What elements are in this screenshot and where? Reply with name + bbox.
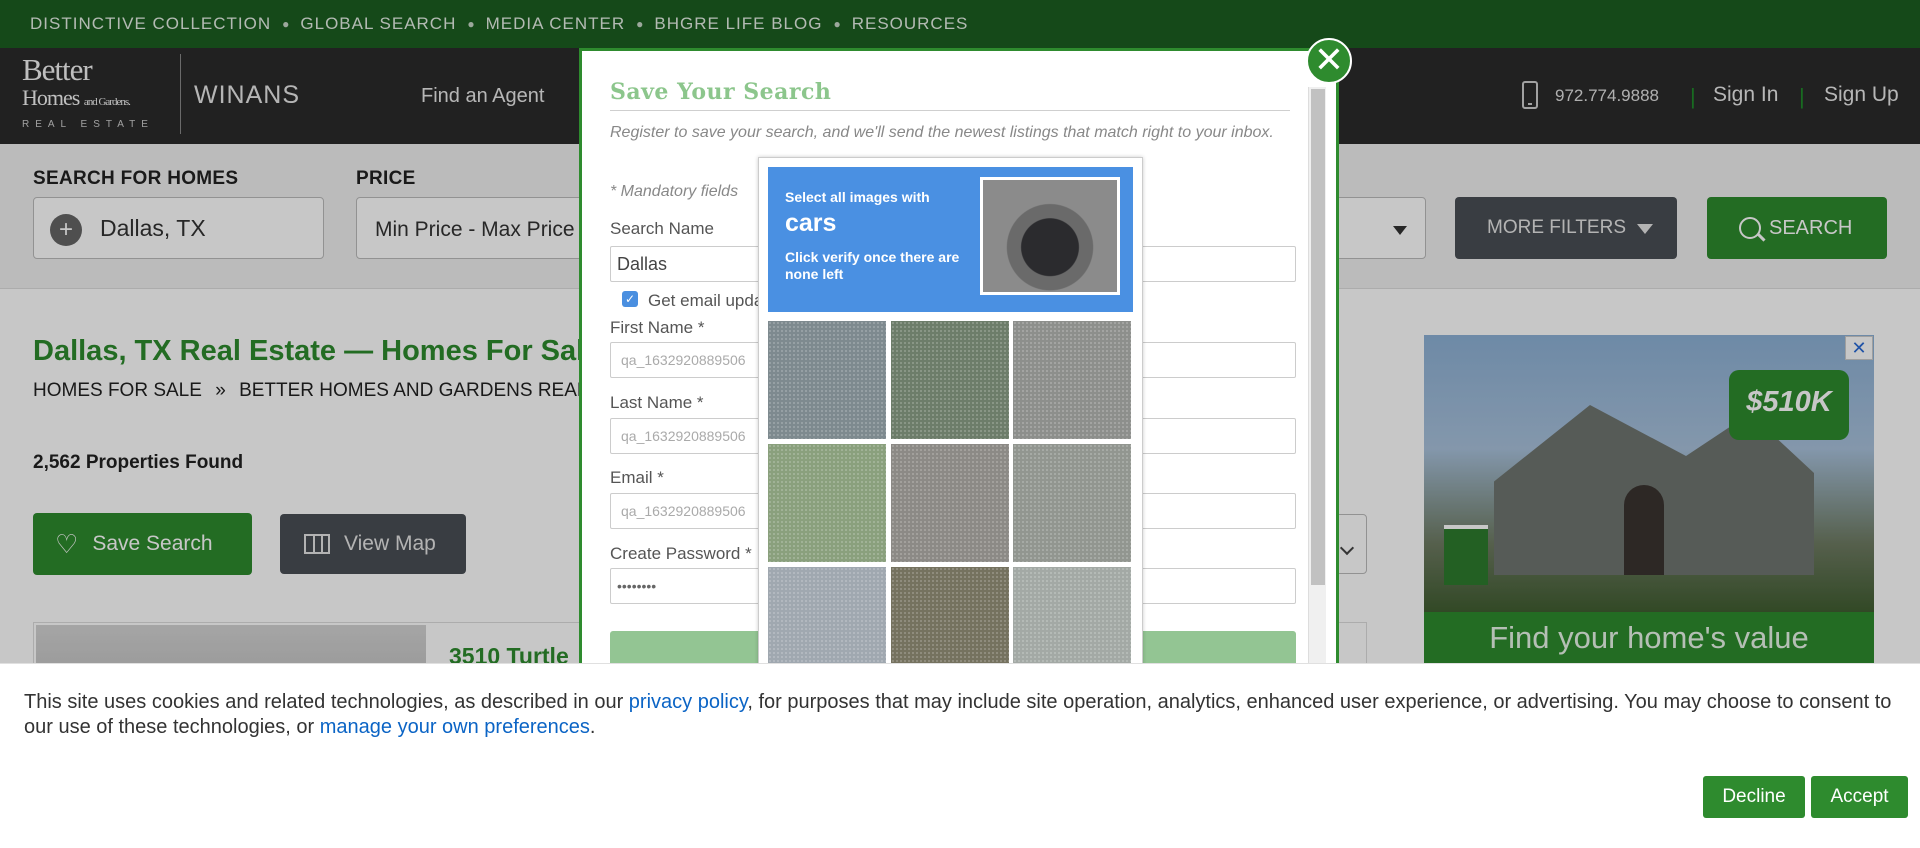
mandatory-note: * Mandatory fields: [610, 183, 739, 200]
manage-preferences-link[interactable]: manage your own preferences: [320, 716, 590, 738]
modal-title: Save Your Search: [610, 79, 832, 105]
first-name-label: First Name *: [610, 318, 705, 337]
cookie-text-before: This site uses cookies and related techn…: [24, 691, 629, 713]
captcha-tile[interactable]: [891, 567, 1009, 676]
last-name-label: Last Name *: [610, 393, 704, 412]
modal-scrollbar-thumb[interactable]: [1311, 89, 1325, 585]
captcha-tile[interactable]: [1013, 444, 1131, 562]
captcha-challenge: Select all images with cars Click verify…: [758, 157, 1143, 677]
decline-button[interactable]: Decline: [1703, 776, 1805, 818]
cookie-text-after: .: [589, 716, 596, 738]
captcha-header: Select all images with cars Click verify…: [768, 167, 1133, 312]
captcha-target: cars: [785, 209, 837, 237]
close-icon[interactable]: ✕: [1306, 38, 1352, 84]
captcha-tile[interactable]: [768, 567, 886, 676]
captcha-tile[interactable]: [768, 444, 886, 562]
captcha-tile[interactable]: [768, 321, 886, 439]
captcha-instruction: Click verify once there are none left: [785, 249, 960, 282]
captcha-tile[interactable]: [1013, 321, 1131, 439]
modal-description: Register to save your search, and we'll …: [610, 124, 1274, 141]
privacy-policy-link[interactable]: privacy policy: [629, 691, 748, 713]
email-updates-checkbox[interactable]: ✓: [622, 291, 638, 307]
cookie-banner: This site uses cookies and related techn…: [0, 663, 1920, 848]
password-label: Create Password *: [610, 544, 752, 563]
captcha-prompt: Select all images with: [785, 189, 930, 205]
cookie-text: This site uses cookies and related techn…: [24, 690, 1920, 740]
search-name-label: Search Name: [610, 219, 714, 238]
captcha-sample-image: [980, 177, 1120, 295]
captcha-tile[interactable]: [891, 444, 1009, 562]
captcha-tile[interactable]: [891, 321, 1009, 439]
email-label: Email *: [610, 468, 664, 487]
accept-button[interactable]: Accept: [1811, 776, 1908, 818]
modal-divider: [610, 110, 1290, 111]
captcha-tile[interactable]: [1013, 567, 1131, 676]
